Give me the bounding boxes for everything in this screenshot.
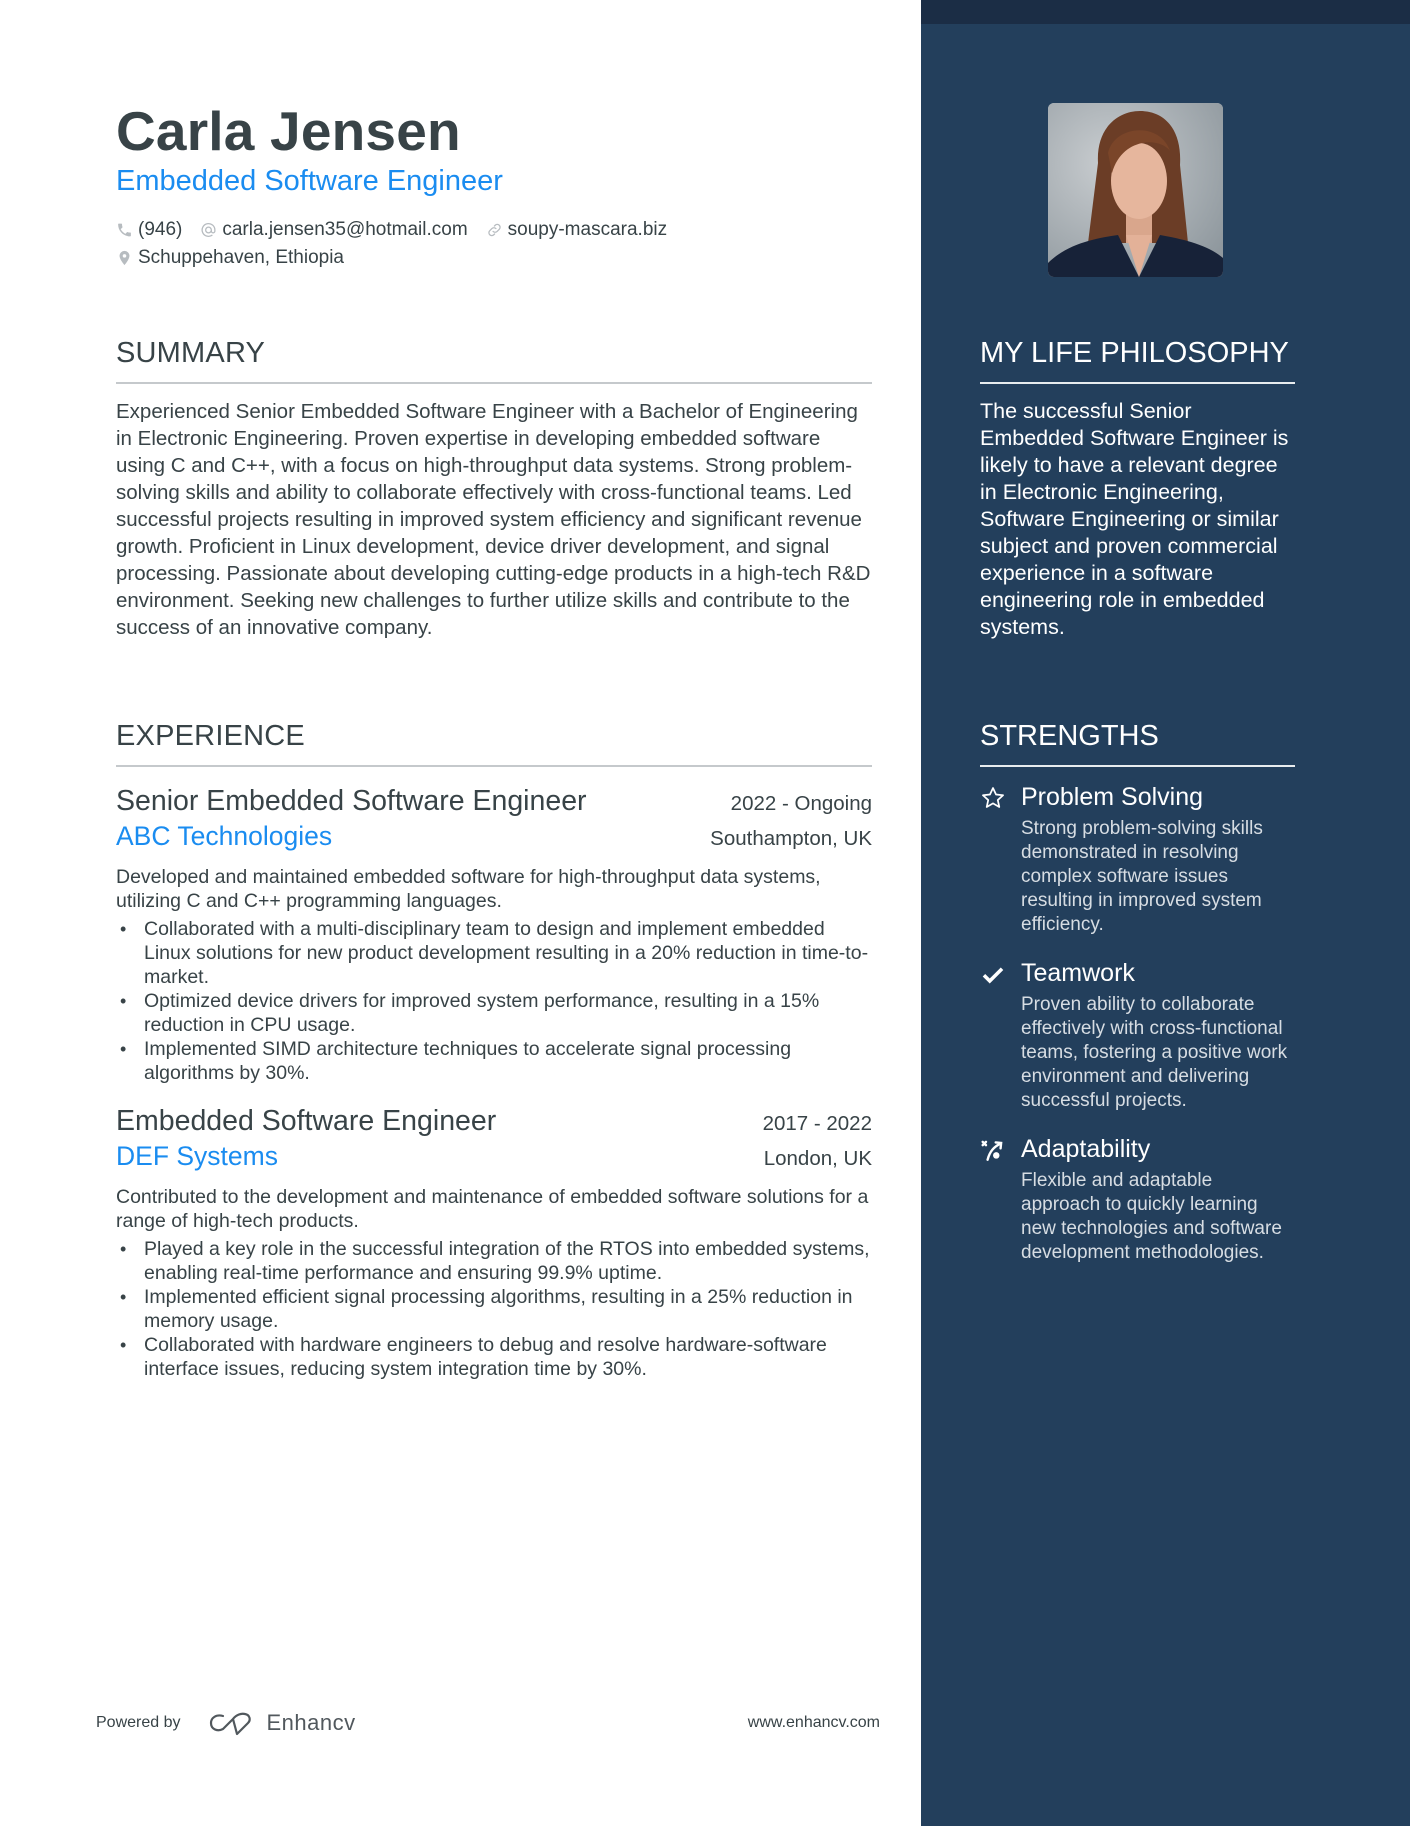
enhancv-logo[interactable]: Enhancv bbox=[209, 1710, 356, 1736]
job-company[interactable]: ABC Technologies bbox=[116, 819, 332, 853]
experience-title: EXPERIENCE bbox=[116, 720, 305, 752]
philosophy-divider bbox=[980, 382, 1295, 384]
star-icon bbox=[980, 785, 1006, 811]
strengths-title: STRENGTHS bbox=[980, 720, 1159, 752]
strength-item: Adaptability Flexible and adaptable appr… bbox=[980, 1133, 1295, 1265]
experience-divider bbox=[116, 765, 872, 767]
candidate-headline: Embedded Software Engineer bbox=[116, 165, 503, 197]
website-text: soupy-mascara.biz bbox=[507, 219, 668, 240]
job-company[interactable]: DEF Systems bbox=[116, 1139, 278, 1173]
job-description: Contributed to the development and maint… bbox=[116, 1186, 869, 1232]
resume-page: Carla Jensen Embedded Software Engineer … bbox=[0, 0, 1410, 1826]
contact-row-2: Schuppehaven, Ethiopia bbox=[116, 244, 872, 272]
experience-entry: Senior Embedded Software Engineer 2022 -… bbox=[116, 783, 872, 1085]
job-location: London, UK bbox=[763, 1147, 872, 1170]
footer: Powered by Enhancv www.enhancv.com bbox=[96, 1708, 880, 1738]
job-header: Senior Embedded Software Engineer 2022 -… bbox=[116, 783, 872, 819]
strength-item: Problem Solving Strong problem-solving s… bbox=[980, 781, 1295, 937]
job-bullets: Collaborated with a multi-disciplinary t… bbox=[116, 917, 872, 1085]
job-description: Developed and maintained embedded softwa… bbox=[116, 866, 821, 912]
philosophy-section: MY LIFE PHILOSOPHY The successful Senior… bbox=[980, 336, 1295, 641]
philosophy-text: The successful Senior Embedded Software … bbox=[980, 399, 1289, 639]
summary-title: SUMMARY bbox=[116, 337, 266, 369]
strengths-divider bbox=[980, 765, 1295, 767]
strength-description: Flexible and adaptable approach to quick… bbox=[1021, 1170, 1282, 1263]
job-subheader: DEF Systems London, UK bbox=[116, 1139, 872, 1173]
contact-phone[interactable]: (946) bbox=[116, 216, 182, 244]
strength-title: Adaptability bbox=[1021, 1135, 1151, 1163]
strength-title: Teamwork bbox=[1021, 959, 1135, 987]
sidebar-top-band bbox=[921, 0, 1410, 24]
at-icon bbox=[200, 221, 217, 239]
candidate-name: Carla Jensen bbox=[116, 100, 461, 162]
contact-location: Schuppehaven, Ethiopia bbox=[116, 244, 344, 272]
footer-website-link[interactable]: www.enhancv.com bbox=[748, 1714, 880, 1732]
job-title: Embedded Software Engineer bbox=[116, 1105, 497, 1137]
summary-section: SUMMARY Experienced Senior Embedded Soft… bbox=[116, 336, 872, 641]
profile-photo bbox=[1048, 103, 1223, 277]
job-title: Senior Embedded Software Engineer bbox=[116, 785, 587, 817]
strength-item: Teamwork Proven ability to collaborate e… bbox=[980, 957, 1295, 1113]
job-bullet: Optimized device drivers for improved sy… bbox=[116, 989, 872, 1037]
phone-text: (946) bbox=[138, 219, 183, 240]
job-dates: 2017 - 2022 bbox=[762, 1112, 872, 1135]
job-bullets: Played a key role in the successful inte… bbox=[116, 1237, 872, 1381]
map-pin-icon bbox=[116, 249, 133, 267]
strength-description: Proven ability to collaborate effectivel… bbox=[1021, 994, 1288, 1111]
job-bullet: Collaborated with a multi-disciplinary t… bbox=[116, 917, 872, 989]
location-text: Schuppehaven, Ethiopia bbox=[138, 247, 344, 268]
checkmark-icon bbox=[980, 961, 1006, 987]
contact-website[interactable]: soupy-mascara.biz bbox=[486, 216, 667, 244]
job-header: Embedded Software Engineer 2017 - 2022 bbox=[116, 1103, 872, 1139]
contact-row-1: (946) carla.jensen35@hotmail.com soupy-m… bbox=[116, 216, 872, 244]
sidebar: MY LIFE PHILOSOPHY The successful Senior… bbox=[921, 0, 1410, 1826]
enhancv-logo-icon bbox=[209, 1710, 257, 1736]
contact-email[interactable]: carla.jensen35@hotmail.com bbox=[200, 216, 468, 244]
experience-entry: Embedded Software Engineer 2017 - 2022 D… bbox=[116, 1103, 872, 1381]
summary-divider bbox=[116, 382, 872, 384]
experience-section: EXPERIENCE Senior Embedded Software Engi… bbox=[116, 719, 872, 1381]
job-location: Southampton, UK bbox=[710, 827, 872, 850]
summary-text: Experienced Senior Embedded Software Eng… bbox=[116, 400, 871, 639]
powered-by-label: Powered by bbox=[96, 1714, 181, 1731]
enhancv-logo-text: Enhancv bbox=[266, 1710, 356, 1735]
job-bullet: Implemented SIMD architecture techniques… bbox=[116, 1037, 872, 1085]
job-bullet: Played a key role in the successful inte… bbox=[116, 1237, 872, 1285]
link-icon bbox=[486, 221, 503, 239]
phone-icon bbox=[116, 221, 133, 239]
email-text: carla.jensen35@hotmail.com bbox=[222, 219, 468, 240]
philosophy-title: MY LIFE PHILOSOPHY bbox=[980, 337, 1289, 369]
job-bullet: Collaborated with hardware engineers to … bbox=[116, 1333, 872, 1381]
job-subheader: ABC Technologies Southampton, UK bbox=[116, 819, 872, 853]
strength-title: Problem Solving bbox=[1021, 783, 1204, 811]
strength-description: Strong problem-solving skills demonstrat… bbox=[1021, 818, 1263, 935]
job-bullet: Implemented efficient signal processing … bbox=[116, 1285, 872, 1333]
contact-info: (946) carla.jensen35@hotmail.com soupy-m… bbox=[116, 216, 872, 272]
strategy-play-icon bbox=[980, 1137, 1006, 1163]
strengths-section: STRENGTHS Problem Solving Strong problem… bbox=[980, 719, 1295, 1265]
job-dates: 2022 - Ongoing bbox=[730, 792, 872, 815]
